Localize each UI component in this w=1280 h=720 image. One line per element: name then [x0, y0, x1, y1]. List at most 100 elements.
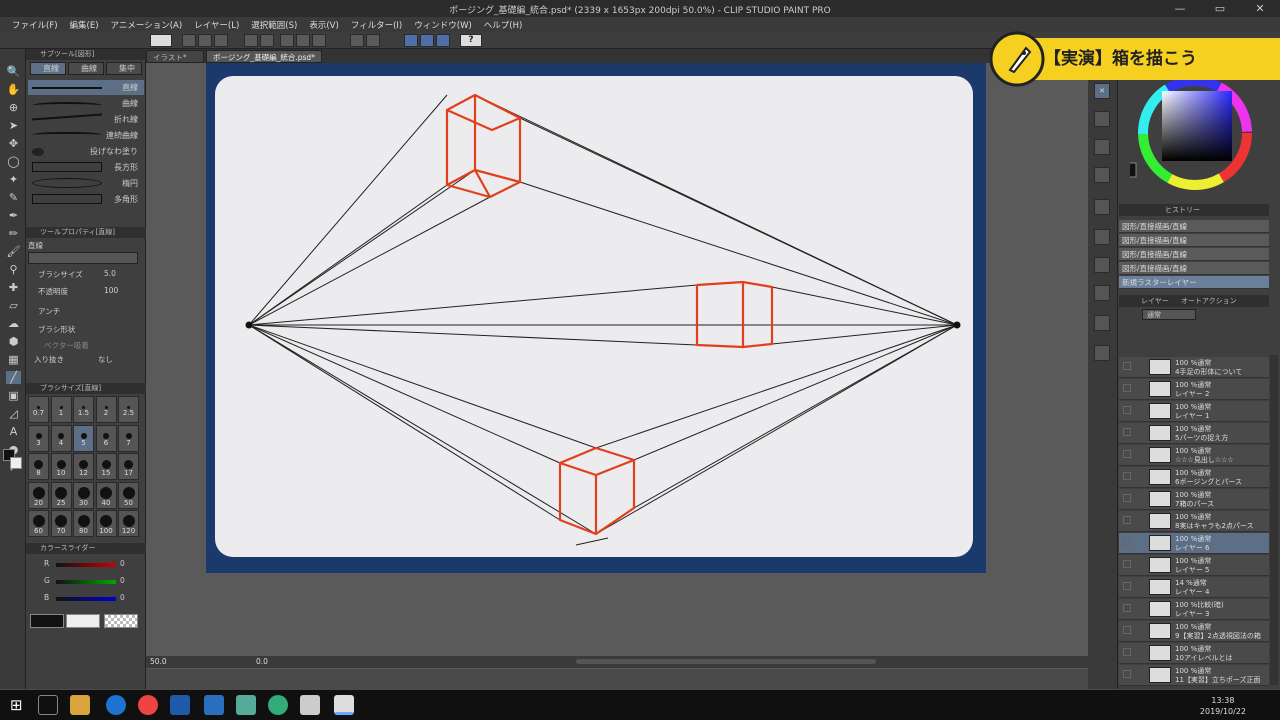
guide-line-left	[248, 284, 698, 326]
guide-line-right	[633, 324, 958, 509]
status-bar: 50.0 0.0	[146, 656, 1088, 668]
material-icon[interactable]	[1094, 167, 1110, 183]
layer-row[interactable]: 100 %通常 ☆☆☆見出し☆☆☆	[1119, 445, 1269, 466]
layer-row[interactable]: 100 %通常 8実はキャラも2点パース	[1119, 511, 1269, 532]
layer-visibility-toggle[interactable]	[1123, 670, 1131, 678]
vanishing-point-right[interactable]	[953, 321, 961, 329]
guide-line-right	[519, 117, 958, 326]
layer-row[interactable]: 100 %通常 レイヤー 5	[1119, 555, 1269, 576]
layer-name: 11【実習】立ちポーズ正面	[1175, 676, 1261, 684]
layer-row[interactable]: 14 %通常 レイヤー 4	[1119, 577, 1269, 598]
windows-start-icon[interactable]: ⊞	[10, 695, 30, 715]
layer-name: レイヤー 5	[1175, 566, 1210, 574]
layer-thumbnail	[1149, 469, 1171, 485]
layer-visibility-toggle[interactable]	[1123, 582, 1131, 590]
navigator-icon[interactable]	[1094, 111, 1110, 127]
history-item-current[interactable]: 新規ラスターレイヤー	[1119, 276, 1269, 289]
app-2-icon[interactable]	[236, 695, 256, 715]
taskbar: ⊞ 13:38 2019/10/22	[0, 690, 1280, 720]
guide-line-left	[248, 196, 491, 326]
layer-visibility-toggle[interactable]	[1123, 472, 1131, 480]
guide-line-right	[519, 181, 958, 326]
layer-name: レイヤー 6	[1175, 544, 1210, 552]
layer-visibility-toggle[interactable]	[1123, 362, 1131, 370]
layer-row[interactable]: 100 %通常 レイヤー 1	[1119, 401, 1269, 422]
app-3-icon[interactable]	[268, 695, 288, 715]
history-tab[interactable]: ヒストリー	[1119, 204, 1269, 216]
layer-thumbnail	[1149, 557, 1171, 573]
layer-visibility-toggle[interactable]	[1123, 626, 1131, 634]
layer-name: 9【実習】2点透視図法の箱	[1175, 632, 1261, 640]
layer-row[interactable]: 100 %通常 4手足の形体について	[1119, 357, 1269, 378]
material-6-icon[interactable]	[1094, 315, 1110, 331]
layer-thumbnail	[1149, 535, 1171, 551]
material-3-icon[interactable]	[1094, 229, 1110, 245]
history-item[interactable]: 図形/直接描画/直線	[1119, 248, 1269, 261]
layer-thumbnail	[1149, 645, 1171, 661]
layer-visibility-toggle[interactable]	[1123, 494, 1131, 502]
layer-row[interactable]: 100 %通常 6ポージングとパース	[1119, 467, 1269, 488]
right-icon-column: ✕	[1088, 49, 1118, 689]
guide-line-left	[248, 324, 698, 346]
layer-visibility-toggle[interactable]	[1123, 450, 1131, 458]
layer-tab[interactable]: レイヤー	[1141, 295, 1169, 307]
material-5-icon[interactable]	[1094, 285, 1110, 301]
clip-studio-paint-taskbar-icon[interactable]	[334, 695, 354, 715]
layer-name: 5パーツの捉え方	[1175, 434, 1229, 442]
file-explorer-icon[interactable]	[70, 695, 90, 715]
layer-row[interactable]: 100 %比較(暗) レイヤー 3	[1119, 599, 1269, 620]
material-4-icon[interactable]	[1094, 257, 1110, 273]
guide-line-left	[248, 324, 561, 464]
box-top-edge	[473, 95, 491, 198]
layer-visibility-toggle[interactable]	[1123, 516, 1131, 524]
sub-view-icon[interactable]	[1094, 139, 1110, 155]
chrome-icon[interactable]	[138, 695, 158, 715]
edge-icon[interactable]	[106, 695, 126, 715]
guide-line-left	[248, 184, 448, 326]
app-icon[interactable]	[204, 695, 224, 715]
horizontal-scrollbar[interactable]	[576, 659, 876, 664]
layer-row[interactable]: 100 %通常 11【実習】立ちポーズ正面	[1119, 665, 1269, 686]
box-middle	[695, 280, 774, 349]
layer-visibility-toggle[interactable]	[1123, 538, 1131, 546]
clock[interactable]: 13:38 2019/10/22	[1200, 695, 1246, 717]
layer-visibility-toggle[interactable]	[1123, 604, 1131, 612]
rotation-value[interactable]: 0.0	[256, 657, 268, 666]
auto-action-tab[interactable]: オートアクション	[1181, 295, 1237, 307]
layer-visibility-toggle[interactable]	[1123, 428, 1131, 436]
history-item[interactable]: 図形/直接描画/直線	[1119, 262, 1269, 275]
layer-name: 6ポージングとパース	[1175, 478, 1242, 486]
layer-thumbnail	[1149, 359, 1171, 375]
layer-row[interactable]: 100 %通常 5パーツの捉え方	[1119, 423, 1269, 444]
layer-visibility-toggle[interactable]	[1123, 648, 1131, 656]
clock-date: 2019/10/22	[1199, 707, 1246, 716]
blend-mode-select[interactable]: 通常	[1142, 309, 1196, 320]
vanishing-point-left[interactable]	[245, 321, 253, 329]
history-item[interactable]: 図形/直接描画/直線	[1119, 220, 1269, 233]
color-wheel[interactable]	[1130, 75, 1260, 195]
layer-scrollbar[interactable]	[1270, 355, 1278, 685]
layer-visibility-toggle[interactable]	[1123, 406, 1131, 414]
clock-time: 13:38	[1211, 696, 1235, 705]
layer-row[interactable]: 100 %通常 レイヤー 6	[1119, 533, 1269, 554]
material-2-icon[interactable]	[1094, 199, 1110, 215]
layer-row[interactable]: 100 %通常 10アイレベルとは	[1119, 643, 1269, 664]
zoom-level[interactable]: 50.0	[150, 657, 167, 666]
layer-name: 8実はキャラも2点パース	[1175, 522, 1254, 530]
layer-visibility-toggle[interactable]	[1123, 560, 1131, 568]
layer-name: ☆☆☆見出し☆☆☆	[1175, 456, 1234, 464]
layer-row[interactable]: 100 %通常 7箱のパース	[1119, 489, 1269, 510]
guide-line-left	[248, 324, 561, 521]
history-item[interactable]: 図形/直接描画/直線	[1119, 234, 1269, 247]
layer-thumbnail	[1149, 667, 1171, 683]
layer-row[interactable]: 100 %通常 9【実習】2点透視図法の箱	[1119, 621, 1269, 642]
material-7-icon[interactable]	[1094, 345, 1110, 361]
clip-studio-taskbar-icon[interactable]	[300, 695, 320, 715]
layer-name: 10アイレベルとは	[1175, 654, 1233, 662]
task-view-icon[interactable]	[38, 695, 58, 715]
layer-row[interactable]: 100 %通常 レイヤー 2	[1119, 379, 1269, 400]
layer-visibility-toggle[interactable]	[1123, 384, 1131, 392]
photoshop-icon[interactable]	[170, 695, 190, 715]
layer-thumbnail	[1149, 381, 1171, 397]
layer-name: レイヤー 4	[1175, 588, 1210, 596]
